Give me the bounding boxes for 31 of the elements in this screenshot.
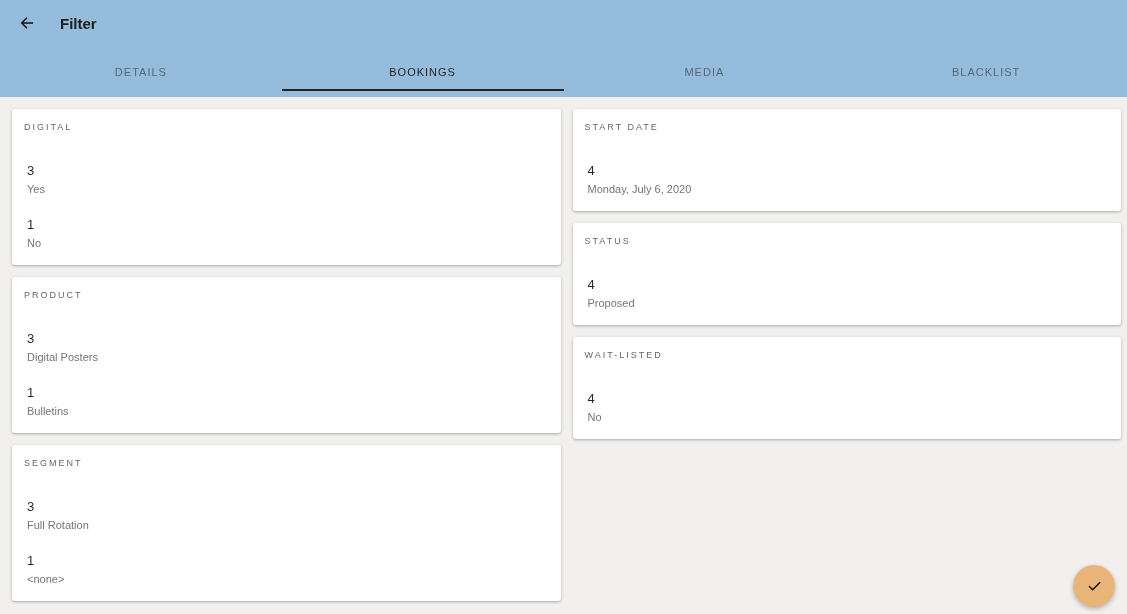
- count-text: 1: [27, 216, 35, 234]
- value-label: No: [27, 236, 42, 250]
- count-text: 3: [27, 162, 35, 180]
- count-text: 1: [27, 384, 35, 402]
- tab[interactable]: BLACKLIST: [845, 46, 1127, 91]
- card-title: START DATE: [584, 121, 659, 134]
- check-icon: [1087, 581, 1101, 591]
- tab[interactable]: DETAILS: [0, 46, 282, 91]
- value-label: Monday, July 6, 2020: [587, 182, 692, 196]
- count-text: 4: [587, 162, 595, 180]
- value-label: Digital Posters: [27, 350, 98, 364]
- count-text: 4: [587, 390, 595, 408]
- tab[interactable]: BOOKINGS: [281, 46, 564, 91]
- arrow-left-icon[interactable]: [20, 16, 34, 30]
- card-title: DIGITAL: [24, 121, 73, 134]
- tab[interactable]: MEDIA: [563, 46, 846, 91]
- count-text: 3: [27, 330, 35, 348]
- card-title: SEGMENT: [24, 457, 83, 470]
- count-text: 3: [27, 498, 35, 516]
- count-text: 1: [27, 552, 35, 570]
- value-label: Proposed: [587, 296, 635, 310]
- value-label: Yes: [27, 182, 45, 196]
- card-title: PRODUCT: [24, 289, 83, 302]
- card-title: STATUS: [584, 235, 631, 248]
- card-title: WAIT-LISTED: [584, 349, 663, 362]
- value-label: No: [587, 410, 602, 424]
- page-title: Filter: [60, 14, 97, 32]
- value-label: Bulletins: [27, 404, 69, 418]
- value-label: <none>: [27, 572, 65, 586]
- count-text: 4: [587, 276, 595, 294]
- value-label: Full Rotation: [27, 518, 89, 532]
